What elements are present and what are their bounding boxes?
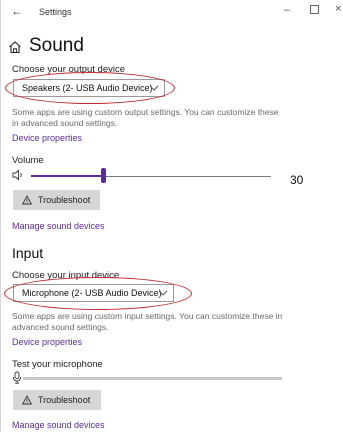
troubleshoot-label: Troubleshoot (38, 395, 91, 405)
input-device-selected: Microphone (2- USB Audio Device) (22, 288, 162, 298)
input-description: Some apps are using custom input setting… (12, 311, 283, 332)
warning-icon (22, 195, 32, 205)
output-device-dropdown[interactable]: Speakers (2- USB Audio Device) (13, 79, 165, 97)
output-manage-devices-link[interactable]: Manage sound devices (12, 221, 105, 231)
troubleshoot-label: Troubleshoot (38, 195, 91, 205)
back-arrow-icon[interactable]: ← (11, 4, 23, 18)
output-device-selected: Speakers (2- USB Audio Device) (22, 83, 153, 93)
microphone-level-meter (23, 377, 282, 380)
maximize-button[interactable] (310, 5, 319, 14)
input-section-title: Input (12, 245, 44, 261)
minimize-button[interactable]: – (284, 4, 290, 16)
output-device-label: Choose your output device (12, 64, 126, 75)
output-description: Some apps are using custom output settin… (12, 107, 279, 128)
input-manage-devices-link[interactable]: Manage sound devices (12, 420, 105, 430)
chevron-down-icon (149, 85, 159, 91)
chevron-down-icon (158, 290, 168, 296)
volume-value: 30 (290, 173, 304, 187)
window-title: Settings (39, 7, 72, 17)
test-microphone-label: Test your microphone (12, 359, 103, 370)
output-device-properties-link[interactable]: Device properties (12, 133, 82, 143)
input-device-properties-link[interactable]: Device properties (12, 337, 82, 347)
close-button[interactable]: × (335, 3, 341, 15)
page-title: Sound (29, 35, 84, 56)
output-troubleshoot-button[interactable]: Troubleshoot (13, 190, 100, 210)
volume-label: Volume (12, 155, 44, 166)
speaker-icon (12, 169, 22, 181)
volume-slider-fill (31, 175, 103, 177)
warning-icon (22, 395, 32, 405)
volume-slider-thumb[interactable] (100, 168, 106, 183)
microphone-icon (13, 371, 21, 384)
home-icon (9, 41, 21, 54)
input-device-label: Choose your input device (12, 270, 120, 281)
input-troubleshoot-button[interactable]: Troubleshoot (13, 390, 101, 410)
settings-window: ← Settings – × Sound Choose your output … (0, 0, 343, 432)
title-bar: ← Settings – × (1, 0, 343, 26)
input-device-dropdown[interactable]: Microphone (2- USB Audio Device) (13, 284, 174, 302)
